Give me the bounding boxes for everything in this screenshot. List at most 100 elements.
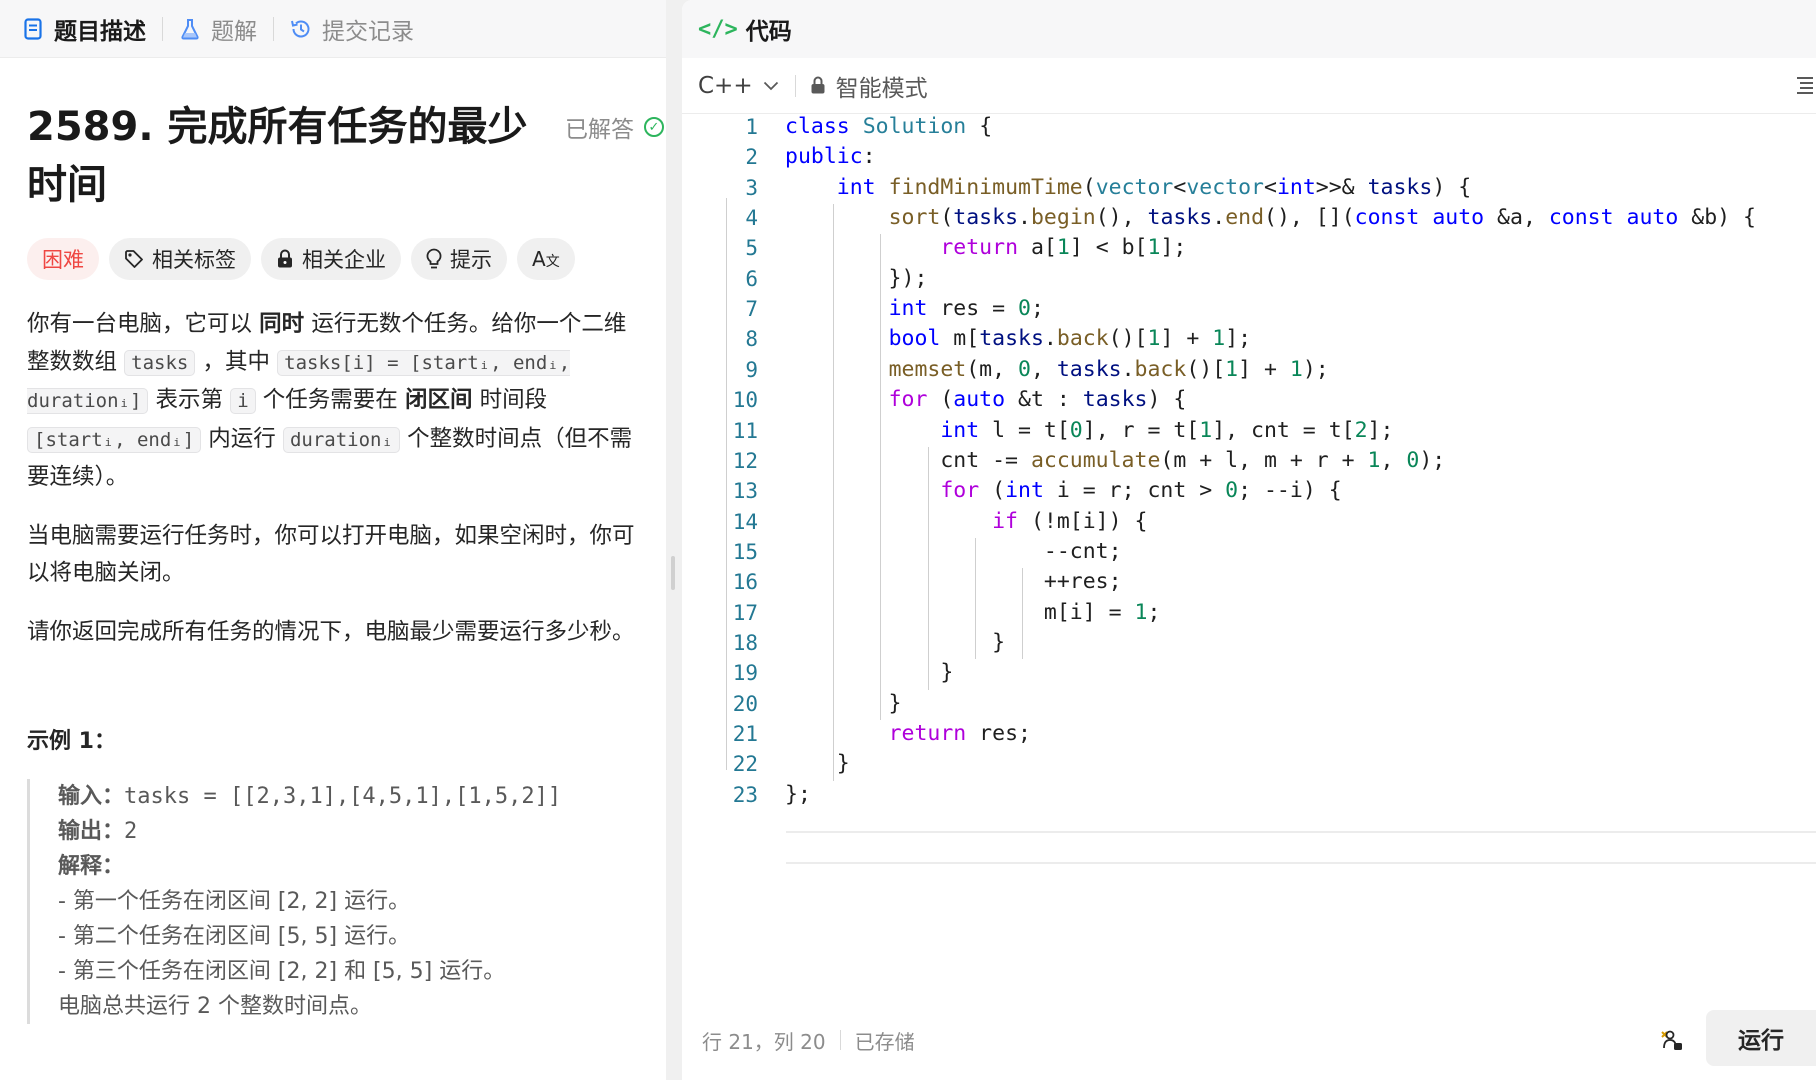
example-title: 示例 1： [27,729,116,754]
language-select[interactable]: C++ [698,73,779,99]
tab-submissions[interactable]: 提交记录 [290,0,414,58]
smart-mode-toggle[interactable]: 智能模式 [810,69,928,103]
line-number: 6 [745,266,758,291]
output-label: 输出： [58,819,125,844]
text: 个任务需要在 [255,387,405,413]
toolbar-separator [794,74,796,97]
tab-description[interactable]: 题目描述 [22,0,146,58]
line-number: 20 [732,691,758,716]
bold-text: 闭区间 [404,387,473,413]
chevron-down-icon [763,81,779,91]
lock-icon [810,76,826,95]
line-number: 16 [732,570,758,595]
status-separator [839,1030,841,1050]
save-status: 已存储 [854,1029,915,1054]
input-value: tasks = [[2,3,1],[4,5,1],[1,5,2]] [124,784,562,809]
indent-guide [928,446,929,690]
tab-solutions-label: 题解 [211,18,257,45]
code-line: for (int i = r; cnt > 0; --i) { [940,478,1342,504]
problem-panel: 题目描述 题解 提交记录 2589. 完成所有任务的最少时间 已解答 ✓ 困难 … [0,0,666,1080]
code-line: class Solution { [785,114,993,139]
inline-code: i [230,388,256,414]
translate-icon: A文 [532,247,560,271]
text: 内运行 [201,425,283,452]
text: 你有一台电脑，它可以 [27,311,260,337]
code-panel: </> 代码 C++ 智能模式 1 class Solution {2 pub… [682,0,1816,1080]
solved-status: 已解答 ✓ [565,110,664,144]
line-number: 4 [745,206,758,231]
description-paragraph-2: 当电脑需要运行任务时，你可以打开电脑，如果空闲时，你可以将电脑关闭。 [27,522,635,587]
example-block: 输入：tasks = [[2,3,1],[4,5,1],[1,5,2]] 输出：… [27,779,640,1024]
problem-description: 你有一台电脑，它可以 同时 运行无数个任务。给你一个二维整数数组 tasks ，… [27,306,640,651]
code-line: int l = t[0], r = t[1], cnt = t[2]; [940,417,1394,443]
editor-status-bar: 行 21，列 20 已存储 运行 [682,1000,1816,1080]
indent-guide [975,537,976,660]
line-number: 3 [745,175,758,200]
code-panel-title: 代码 [745,19,792,45]
problem-content: 2589. 完成所有任务的最少时间 已解答 ✓ 困难 相关标签 相关企业 提示 … [0,98,666,1024]
app-root: 题目描述 题解 提交记录 2589. 完成所有任务的最少时间 已解答 ✓ 困难 … [0,0,1816,1080]
line-number: 15 [732,539,758,564]
line-number: 19 [732,661,758,686]
current-line-highlight [786,831,1816,864]
line-number: 7 [745,297,758,322]
line-number: 2 [745,145,758,170]
translate-button[interactable]: A文 [517,238,575,280]
inline-code: [startᵢ, endᵢ] [27,426,202,453]
text: ，其中 [195,348,278,375]
code-line: for (auto &t : tasks) { [888,387,1187,413]
cursor-position: 行 21，列 20 [702,1029,826,1054]
line-number: 10 [732,388,758,413]
line-number: 1 [745,115,758,139]
explain-label: 解释： [58,854,125,879]
code-line: ++res; [785,569,1122,595]
hint-button[interactable]: 提示 [411,238,507,280]
line-number: 14 [732,509,758,534]
document-icon [22,17,44,41]
debug-icon[interactable] [1658,1026,1684,1052]
code-panel-header: </> 代码 [682,0,1816,58]
indent-guide [880,234,881,720]
input-label: 输入： [58,784,125,809]
related-companies-label: 相关企业 [302,248,386,272]
code-line: m[i] = 1; [785,599,1161,625]
related-tags-label: 相关标签 [152,248,236,272]
code-line: return a[1] < b[1]; [940,235,1187,261]
lightbulb-icon [426,248,442,270]
example-input: 输入：tasks = [[2,3,1],[4,5,1],[1,5,2]] [58,779,640,814]
code-line: return res; [888,721,1031,746]
tab-description-label: 题目描述 [54,18,146,45]
code-line: if (!m[i]) { [992,508,1148,534]
code-line: } [785,690,902,716]
tab-solutions[interactable]: 题解 [179,0,257,58]
problem-title: 2589. 完成所有任务的最少时间 [27,104,528,208]
mode-label: 智能模式 [835,75,928,102]
indent-guide [833,204,834,781]
output-value: 2 [124,819,138,844]
related-companies-button[interactable]: 相关企业 [261,238,401,280]
problem-tabs: 题目描述 题解 提交记录 [0,0,666,58]
difficulty-label: 困难 [42,248,84,272]
language-label: C++ [698,72,753,99]
code-line: bool m[tasks.back()[1] + 1]; [888,326,1252,352]
history-icon [290,17,312,41]
code-line: } [785,629,1006,655]
tag-chips: 困难 相关标签 相关企业 提示 A文 [27,238,640,280]
run-button[interactable]: 运行 [1706,1010,1816,1066]
tag-icon [124,249,144,269]
inline-code: tasks [124,349,196,376]
explanation-line: 电脑总共运行 2 个整数时间点。 [58,994,372,1019]
line-number: 11 [732,418,758,443]
format-code-icon[interactable] [1794,74,1816,96]
code-editor[interactable]: 1 class Solution {2 public: 3 int findMinim… [682,114,1816,1014]
line-number: 22 [732,752,758,777]
code-line: } [785,751,850,777]
line-number: 21 [732,722,758,746]
related-tags-button[interactable]: 相关标签 [109,238,251,280]
explanation-line: - 第一个任务在闭区间 [2, 2] 运行。 [58,889,411,914]
indent-guide [880,264,881,296]
code-line: --cnt; [785,538,1122,564]
text: 表示第 [148,387,231,413]
resize-grip-icon[interactable] [671,556,675,590]
panel-resizer[interactable] [666,0,682,1080]
